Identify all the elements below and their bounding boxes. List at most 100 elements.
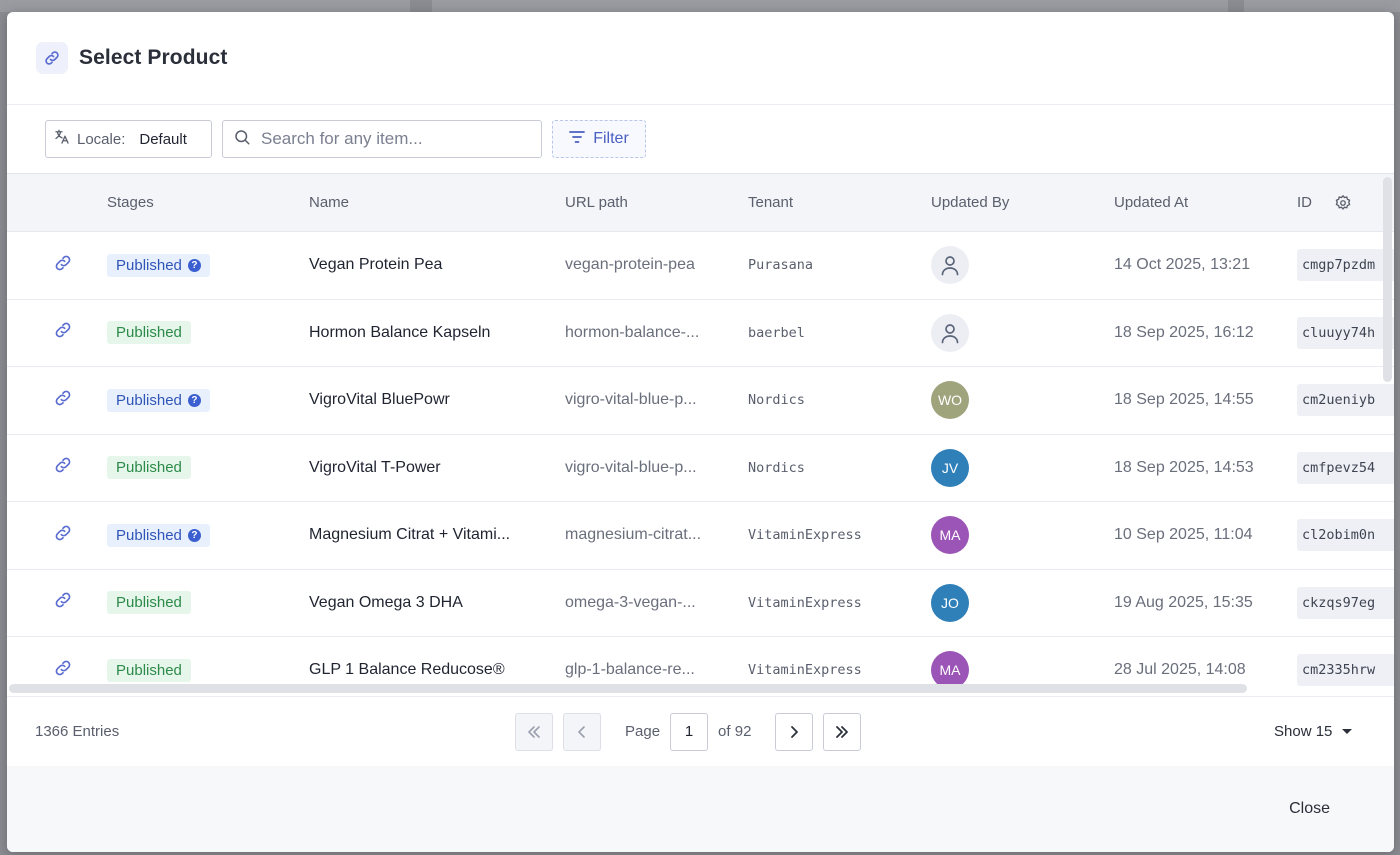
id-chip: cmgp7pzdm bbox=[1297, 249, 1394, 282]
locale-value: Default bbox=[139, 130, 187, 148]
id-chip: ckzqs97eg bbox=[1297, 586, 1394, 619]
updated-by-cell: JO bbox=[931, 583, 1114, 622]
updated-at: 18 Sep 2025, 14:55 bbox=[1114, 391, 1254, 409]
column-header-updated-by[interactable]: Updated By bbox=[931, 194, 1114, 211]
stage-label: Published bbox=[116, 459, 182, 477]
chevrons-left-icon bbox=[528, 725, 540, 738]
pagination-footer: 1366 Entries Page of 92 Show 15 bbox=[7, 696, 1394, 766]
column-header-name[interactable]: Name bbox=[309, 194, 565, 211]
tenant: Purasana bbox=[748, 257, 814, 274]
chevron-right-icon bbox=[791, 725, 799, 738]
chevron-left-icon bbox=[578, 725, 585, 738]
column-header-id[interactable]: ID bbox=[1297, 194, 1312, 211]
toolbar: Locale: Default Filter bbox=[7, 105, 1394, 173]
vertical-scrollbar[interactable] bbox=[1383, 177, 1392, 382]
url-path: vegan-protein-pea bbox=[565, 256, 695, 274]
page-size-selector[interactable]: Show 15 bbox=[1274, 723, 1353, 740]
info-icon[interactable]: ? bbox=[187, 528, 201, 542]
product-name: Vegan Protein Pea bbox=[309, 256, 443, 274]
info-icon[interactable]: ? bbox=[187, 393, 201, 407]
filter-button[interactable]: Filter bbox=[552, 120, 646, 158]
product-name: GLP 1 Balance Reducose® bbox=[309, 661, 505, 679]
column-header-stages[interactable]: Stages bbox=[107, 194, 309, 211]
tenant: baerbel bbox=[748, 324, 805, 341]
info-icon[interactable]: ? bbox=[187, 258, 201, 272]
updated-at: 19 Aug 2025, 15:35 bbox=[1114, 593, 1253, 611]
user-avatar: JO bbox=[931, 583, 969, 622]
page-size-label: Show 15 bbox=[1274, 723, 1333, 740]
first-page-button[interactable] bbox=[515, 712, 553, 751]
column-header-id-wrap: ID bbox=[1297, 194, 1394, 212]
product-name: VigroVital T-Power bbox=[309, 458, 441, 476]
stage-badge: Published bbox=[107, 321, 191, 345]
stage-badge: Published bbox=[107, 658, 191, 682]
updated-at: 18 Sep 2025, 14:53 bbox=[1114, 458, 1254, 476]
column-header-tenant[interactable]: Tenant bbox=[748, 194, 931, 211]
url-path: hormon-balance-... bbox=[565, 323, 700, 341]
id-chip: cm2ueniyb bbox=[1297, 384, 1394, 417]
column-header-url-path[interactable]: URL path bbox=[565, 194, 748, 211]
locale-label: Locale: bbox=[77, 130, 126, 148]
updated-by-cell: MA bbox=[931, 516, 1114, 555]
url-path: magnesium-citrat... bbox=[565, 526, 702, 544]
stage-badge: Published? bbox=[107, 523, 210, 547]
previous-page-button[interactable] bbox=[563, 712, 601, 751]
stage-badge: Published? bbox=[107, 388, 210, 412]
stage-label: Published bbox=[116, 256, 182, 274]
caret-down-icon bbox=[1342, 729, 1353, 734]
table-row[interactable]: Published Hormon Balance Kapseln hormon-… bbox=[7, 300, 1394, 367]
horizontal-scrollbar[interactable] bbox=[9, 684, 1247, 693]
stage-label: Published bbox=[116, 594, 182, 612]
link-icon[interactable] bbox=[53, 523, 73, 543]
tenant: VitaminExpress bbox=[748, 662, 862, 679]
background-panel bbox=[432, 0, 1228, 12]
modal-header: Select Product bbox=[7, 12, 1394, 105]
search-input[interactable] bbox=[261, 129, 521, 149]
id-chip: cmfpevz54 bbox=[1297, 451, 1394, 484]
page-total: of 92 bbox=[718, 723, 752, 740]
stage-badge: Published? bbox=[107, 253, 210, 277]
product-name: Vegan Omega 3 DHA bbox=[309, 593, 463, 611]
stage-label: Published bbox=[116, 526, 182, 544]
user-avatar: WO bbox=[931, 381, 969, 420]
gear-icon[interactable] bbox=[1334, 194, 1352, 212]
link-icon[interactable] bbox=[53, 455, 73, 475]
search-icon bbox=[233, 128, 251, 151]
column-header-updated-at[interactable]: Updated At bbox=[1114, 194, 1297, 211]
stage-label: Published bbox=[116, 324, 182, 342]
translate-icon bbox=[53, 128, 71, 150]
user-icon bbox=[940, 322, 960, 344]
user-avatar bbox=[931, 313, 969, 352]
user-icon bbox=[940, 254, 960, 276]
table-row[interactable]: Published VigroVital T-Power vigro-vital… bbox=[7, 435, 1394, 502]
search-box[interactable] bbox=[222, 120, 542, 158]
filter-icon bbox=[569, 130, 586, 149]
updated-at: 10 Sep 2025, 11:04 bbox=[1114, 526, 1253, 544]
stage-label: Published bbox=[116, 661, 182, 679]
last-page-button[interactable] bbox=[823, 712, 862, 751]
id-chip: cluuyy74h bbox=[1297, 316, 1394, 349]
table-row[interactable]: Published? VigroVital BluePowr vigro-vit… bbox=[7, 367, 1394, 435]
updated-at: 18 Sep 2025, 16:12 bbox=[1114, 323, 1254, 341]
table-row[interactable]: Published Vegan Omega 3 DHA omega-3-vega… bbox=[7, 570, 1394, 637]
next-page-button[interactable] bbox=[775, 712, 814, 751]
product-name: Hormon Balance Kapseln bbox=[309, 323, 491, 341]
link-icon[interactable] bbox=[53, 590, 73, 610]
page-number-input[interactable] bbox=[670, 712, 709, 751]
user-avatar: JV bbox=[931, 448, 969, 487]
background-panel bbox=[0, 0, 410, 12]
updated-at: 14 Oct 2025, 13:21 bbox=[1114, 256, 1251, 274]
link-icon[interactable] bbox=[53, 320, 73, 340]
page-label: Page bbox=[625, 723, 661, 740]
url-path: vigro-vital-blue-p... bbox=[565, 391, 697, 409]
table-row[interactable]: Published? Vegan Protein Pea vegan-prote… bbox=[7, 232, 1394, 300]
locale-selector[interactable]: Locale: Default bbox=[45, 120, 212, 158]
link-icon[interactable] bbox=[53, 253, 73, 273]
link-icon[interactable] bbox=[53, 388, 73, 408]
link-icon bbox=[36, 42, 68, 74]
product-name: VigroVital BluePowr bbox=[309, 391, 450, 409]
link-icon[interactable] bbox=[53, 658, 73, 678]
table-row[interactable]: Published? Magnesium Citrat + Vitami... … bbox=[7, 502, 1394, 570]
close-button[interactable]: Close bbox=[1289, 800, 1330, 818]
url-path: vigro-vital-blue-p... bbox=[565, 458, 697, 476]
